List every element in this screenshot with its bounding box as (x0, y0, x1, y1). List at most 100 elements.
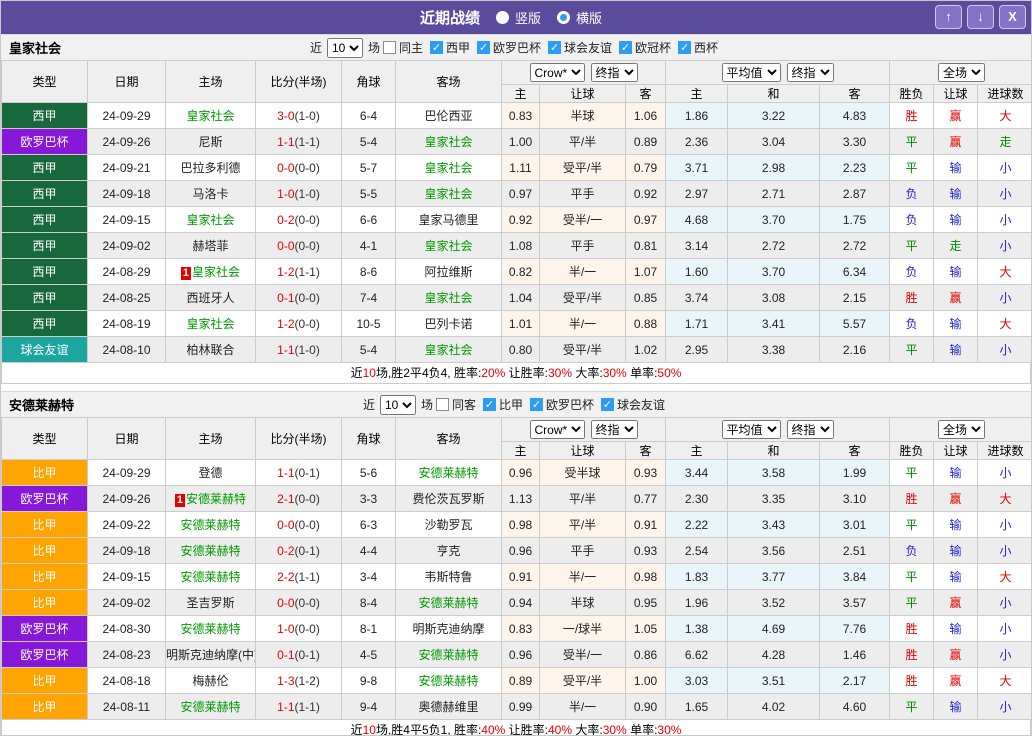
col-header-handicap-result: 让球 (934, 85, 978, 103)
away-team-name: 皇家社会 (424, 343, 472, 357)
filter-bar: 皇家社会 近10场同主✓西甲✓欧罗巴杯✓球会友谊✓欧冠杯✓西杯 (1, 34, 1031, 60)
result-cell: 平 (890, 337, 934, 363)
halftime-score: (1-0) (295, 343, 320, 357)
final-odds-select-2[interactable]: 终指 (787, 420, 834, 439)
fulltime-score: 0-0 (277, 161, 294, 175)
league-filter-checkbox[interactable]: ✓ (678, 41, 691, 54)
date-cell: 24-09-02 (88, 590, 166, 616)
same-venue-label[interactable]: 同主 (399, 39, 423, 56)
odds2-cell: 2.16 (820, 337, 890, 363)
league-filter-checkbox[interactable]: ✓ (477, 41, 490, 54)
away-team-cell: 沙勒罗瓦 (396, 512, 502, 538)
horizontal-layout-label[interactable]: 横版 (576, 8, 602, 27)
average-select[interactable]: 平均值 (722, 420, 781, 439)
away-team-cell: 巴伦西亚 (396, 103, 502, 129)
away-team-name: 安德莱赫特 (418, 674, 478, 688)
bookmaker-select[interactable]: Crow* (530, 420, 585, 439)
league-filter-label[interactable]: 欧冠杯 (635, 39, 671, 56)
league-filter-label[interactable]: 欧罗巴杯 (546, 396, 594, 413)
odds2-cell: 2.72 (728, 233, 820, 259)
fulltime-select[interactable]: 全场 (938, 63, 985, 82)
league-filter-label[interactable]: 西甲 (446, 39, 470, 56)
final-odds-select[interactable]: 终指 (591, 420, 638, 439)
same-venue-checkbox[interactable] (436, 398, 449, 411)
halftime-score: (0-0) (295, 518, 320, 532)
league-filter-checkbox[interactable]: ✓ (548, 41, 561, 54)
match-row: 比甲24-08-11安德莱赫特1-1(1-1)9-4奥德赫维里0.99半/一0.… (2, 694, 1032, 720)
score-cell: 0-1(0-0) (256, 285, 342, 311)
average-select[interactable]: 平均值 (722, 63, 781, 82)
match-row: 西甲24-09-21巴拉多利德0-0(0-0)5-7皇家社会1.11受平/半0.… (2, 155, 1032, 181)
odds1-cell: 1.06 (626, 103, 666, 129)
odds2-cell: 4.69 (728, 616, 820, 642)
league-filter-label[interactable]: 球会友谊 (564, 39, 612, 56)
league-filter-checkbox[interactable]: ✓ (530, 398, 543, 411)
odds2-cell: 3.01 (820, 512, 890, 538)
odds2-cell: 2.98 (728, 155, 820, 181)
match-row: 西甲24-09-29皇家社会3-0(1-0)6-4巴伦西亚0.83半球1.061… (2, 103, 1032, 129)
score-cell: 1-1(1-0) (256, 337, 342, 363)
fulltime-score: 1-2 (277, 265, 294, 279)
odds1-cell: 0.96 (502, 642, 540, 668)
halftime-score: (1-0) (295, 109, 320, 123)
odds1-cell: 0.86 (626, 642, 666, 668)
date-cell: 24-09-15 (88, 564, 166, 590)
result-cell: 小 (978, 285, 1032, 311)
same-venue-checkbox[interactable] (383, 41, 396, 54)
league-filter-label[interactable]: 球会友谊 (617, 396, 665, 413)
result-cell: 小 (978, 642, 1032, 668)
final-odds-select-2[interactable]: 终指 (787, 63, 834, 82)
home-team-cell: 圣吉罗斯 (166, 590, 256, 616)
result-cell: 输 (934, 460, 978, 486)
corner-cell: 5-4 (342, 337, 396, 363)
halftime-score: (0-0) (295, 492, 320, 506)
odds1-cell: 平/半 (540, 486, 626, 512)
away-team-name: 巴列卡诺 (424, 317, 472, 331)
same-venue-label[interactable]: 同客 (452, 396, 476, 413)
league-filter-label[interactable]: 欧罗巴杯 (493, 39, 541, 56)
close-button[interactable]: X (999, 5, 1026, 29)
league-filter-checkbox[interactable]: ✓ (601, 398, 614, 411)
summary-segment: 大率: (572, 366, 603, 380)
odds1-cell: 平手 (540, 538, 626, 564)
result-cell: 小 (978, 460, 1032, 486)
away-team-cell: 巴列卡诺 (396, 311, 502, 337)
date-cell: 24-09-29 (88, 460, 166, 486)
match-count-select[interactable]: 10 (380, 395, 416, 415)
away-team-name: 安德莱赫特 (418, 596, 478, 610)
halftime-score: (0-0) (295, 239, 320, 253)
match-count-select[interactable]: 10 (327, 38, 363, 58)
result-cell: 胜 (890, 486, 934, 512)
move-down-button[interactable]: ↓ (967, 5, 994, 29)
league-filter-checkbox[interactable]: ✓ (483, 398, 496, 411)
odds2-cell: 3.30 (820, 129, 890, 155)
header-select-wrap: Crow* 终指 (502, 63, 665, 82)
odds-group-1-header: Crow* 终指 (502, 61, 666, 85)
home-team-name: 登德 (198, 466, 222, 480)
league-filter-label[interactable]: 西杯 (694, 39, 718, 56)
odds2-cell: 1.60 (666, 259, 728, 285)
horizontal-layout-radio[interactable] (557, 11, 570, 24)
away-team-cell: 安德莱赫特 (396, 460, 502, 486)
odds2-cell: 3.35 (728, 486, 820, 512)
home-team-name: 皇家社会 (186, 109, 234, 123)
away-team-cell: 安德莱赫特 (396, 590, 502, 616)
bookmaker-select[interactable]: Crow* (530, 63, 585, 82)
final-odds-select[interactable]: 终指 (591, 63, 638, 82)
header-select-wrap: 全场 (890, 63, 1032, 82)
fulltime-select[interactable]: 全场 (938, 420, 985, 439)
league-filter-label[interactable]: 比甲 (499, 396, 523, 413)
vertical-layout-label[interactable]: 竖版 (515, 8, 541, 27)
odds1-cell: 0.81 (626, 233, 666, 259)
away-team-cell: 安德莱赫特 (396, 668, 502, 694)
away-team-name: 皇家社会 (424, 239, 472, 253)
move-up-button[interactable]: ↑ (935, 5, 962, 29)
home-team-name: 皇家社会 (186, 317, 234, 331)
league-filter-checkbox[interactable]: ✓ (619, 41, 632, 54)
col-header-odds1-handicap: 让球 (540, 442, 626, 460)
odds2-cell: 2.17 (820, 668, 890, 694)
league-filter-checkbox[interactable]: ✓ (430, 41, 443, 54)
match-row: 比甲24-09-18安德莱赫特0-2(0-1)4-4亨克0.96平手0.932.… (2, 538, 1032, 564)
halftime-score: (0-0) (295, 317, 320, 331)
vertical-layout-radio[interactable] (496, 11, 509, 24)
